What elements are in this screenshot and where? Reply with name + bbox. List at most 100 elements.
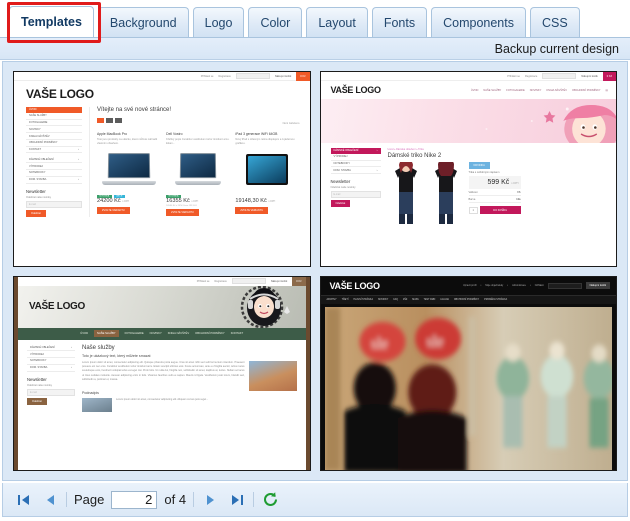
sidebar-item-vyprodej: VÝPRODEJ	[330, 154, 381, 161]
mini-topbar: Upravit profil • Moje objednávky • Admin…	[385, 282, 610, 289]
product-desc: Nový iPad s úžasným retina displejem a 4…	[235, 138, 295, 145]
sidebar-item-stavba: DOM. STAVBA ›	[26, 177, 82, 184]
tab-css[interactable]: CSS	[529, 7, 580, 37]
newsletter-email-input: E-mail	[26, 200, 82, 208]
sidebar-item-obleceni: DÁMSKÉ OBLEČENÍ ›	[26, 156, 82, 164]
tab-layout[interactable]: Layout	[306, 7, 368, 37]
product-title: Apple MacBook Pro	[97, 132, 127, 136]
grid-view-icon	[97, 118, 104, 123]
template-thumbnail-eshop-orange[interactable]: Přihlásit se Registrace Nákupní košík 0 …	[13, 71, 311, 267]
first-page-button[interactable]	[14, 490, 33, 509]
cart-link: Nákupní košík	[585, 282, 610, 289]
option-velikost: Velikost XS	[468, 189, 521, 196]
nav-item: NOVINKY	[377, 298, 389, 301]
sidebar: DÁMSKÉ OBLEČENÍ › VÝPRODEJ NOTEBOOKY DOM.…	[27, 345, 75, 412]
product-button: ZVOLTE VARIANTU	[166, 208, 199, 216]
tab-label: Color	[260, 15, 291, 30]
svg-text:sle: sle	[426, 333, 443, 350]
bullet-icon: •	[480, 284, 482, 287]
quantity-input: 1	[468, 206, 478, 214]
refresh-button[interactable]	[261, 490, 280, 509]
tab-components[interactable]: Components	[431, 7, 526, 37]
nav-item: NOVINKY	[529, 88, 542, 92]
next-page-button[interactable]	[201, 490, 220, 509]
newsletter-note: Odebírat naše novinky	[27, 383, 53, 387]
search-input	[547, 282, 582, 289]
sidebar-item-kontakt: KONTAKT ›	[26, 147, 82, 154]
tab-label: Fonts	[383, 15, 416, 30]
page-subheading: Toto je ukázkový text, který můžete smaz…	[82, 353, 151, 358]
main-nav: ÚVOD NAŠE SLUŽBY FOTOGALERIE NOVINKY KNI…	[18, 327, 306, 340]
template-thumbnail-shop-dark[interactable]: VAŠE LOGO Upravit profil • Moje objednáv…	[319, 275, 617, 471]
nav-item: ARCHIVY	[326, 298, 337, 301]
cart-link: Nákupní košík	[270, 279, 288, 283]
nav-item: MAPA	[412, 298, 419, 301]
nav-item: FAQ	[393, 298, 398, 301]
tab-logo[interactable]: Logo	[192, 7, 245, 37]
login-link: Přihlásit se	[200, 74, 214, 78]
product-button: ZVOLTE VARIANTU	[97, 206, 130, 214]
previous-page-icon	[46, 494, 54, 505]
cart-total: 0 Kč	[296, 72, 310, 81]
view-switcher	[97, 118, 122, 123]
nav-item: TEST DMD	[423, 298, 436, 301]
template-thumbnail-fashion-pink[interactable]: Přihlásit se Registrace Nákupní košík 0 …	[319, 71, 617, 267]
newsletter-note: Odebírat naše novinky	[26, 195, 52, 199]
nav-item: KNIHA NÁVŠTĚV	[167, 332, 190, 335]
content-photo-2	[82, 397, 112, 412]
hero-banner: VAŠE LOGO	[18, 285, 306, 328]
last-page-icon	[231, 494, 243, 505]
divider	[193, 492, 195, 507]
product-button: ZVOLTE VARIANTU	[235, 206, 269, 214]
cart-link: Nákupní košík	[581, 74, 598, 78]
product-price: 24200 Kč s DPH	[97, 197, 130, 204]
sidebar-item-stavba: DOM. STAVBA ›	[330, 167, 381, 175]
sidebar-item-novinky: NOVINKY	[26, 126, 82, 134]
sort-select: Není zařazeno	[282, 121, 300, 125]
tab-label: Logo	[204, 15, 233, 30]
login-link: Přihlásit se	[196, 279, 210, 283]
next-page-icon	[206, 494, 214, 505]
product-image	[97, 149, 161, 191]
tab-label: Templates	[21, 15, 82, 29]
sidebar-item-notebooky: NOTEBOOKY	[26, 170, 82, 177]
sidebar-item-obleceni: DÁMSKÉ OBLEČENÍ ›	[27, 345, 75, 352]
product-price: 19148,30 Kč s DPH	[235, 197, 276, 204]
newsletter-note: Odebírat naše novinky	[330, 186, 356, 190]
backup-current-design-button[interactable]: Backup current design	[495, 42, 619, 56]
sidebar: DÁMSKÉ OBLEČENÍ › VÝPRODEJ NOTEBOOKY DOM.…	[330, 148, 381, 224]
divider	[253, 492, 255, 507]
add-to-cart-button: DO KOŠÍKU	[479, 206, 521, 214]
orders-link: Moje objednávky	[485, 284, 504, 287]
last-page-button[interactable]	[227, 490, 246, 509]
dj-girl-illustration	[240, 285, 290, 328]
tab-templates[interactable]: Templates	[9, 6, 94, 37]
nav-item: KONTAKT	[230, 332, 244, 335]
product-card: Apple MacBook Pro Toto jsou produkty na …	[97, 132, 161, 216]
sidebar-item-vyprodej: VÝPRODEJ	[26, 163, 82, 171]
page-subheading-2: Podnadpis	[82, 390, 99, 395]
tab-bar: Templates Background Logo Color Layout F…	[0, 0, 630, 38]
admin-link: Administrace	[512, 284, 526, 287]
tab-fonts[interactable]: Fonts	[371, 7, 428, 37]
nav-item: OBCHODNÍ PODMÍNKY	[453, 298, 480, 301]
site-logo: VAŠE LOGO	[330, 85, 381, 95]
tab-color[interactable]: Color	[248, 7, 303, 37]
product-desc: Toto jsou produkty na ukázku, které může…	[97, 138, 158, 145]
nav-item: KNIHA NÁVŠTĚV	[546, 88, 567, 92]
page-number-input[interactable]	[111, 490, 158, 509]
nav-item: HLAVNÍ STRÁNKA	[353, 298, 373, 301]
nav-item: TŘETÍ	[341, 298, 349, 301]
mini-topbar: Přihlásit se Registrace Nákupní košík 0 …	[18, 276, 306, 286]
tab-label: Layout	[318, 15, 356, 30]
template-gallery: Přihlásit se Registrace Nákupní košík 0 …	[2, 61, 628, 481]
previous-page-button[interactable]	[40, 490, 59, 509]
template-thumbnail-services-green[interactable]: Přihlásit se Registrace Nákupní košík 0 …	[13, 275, 311, 471]
list-view-icon	[106, 118, 113, 123]
newsletter-submit-button: Odebírat	[26, 209, 46, 217]
mini-topbar: Přihlásit se Registrace Nákupní košík 0 …	[320, 72, 616, 81]
mini-topbar: Přihlásit se Registrace Nákupní košík 0 …	[14, 72, 310, 81]
tab-background[interactable]: Background	[97, 7, 189, 37]
search-input	[231, 278, 266, 284]
newsletter-box: Newsletter Odebírat naše novinky E-mail …	[27, 377, 75, 405]
